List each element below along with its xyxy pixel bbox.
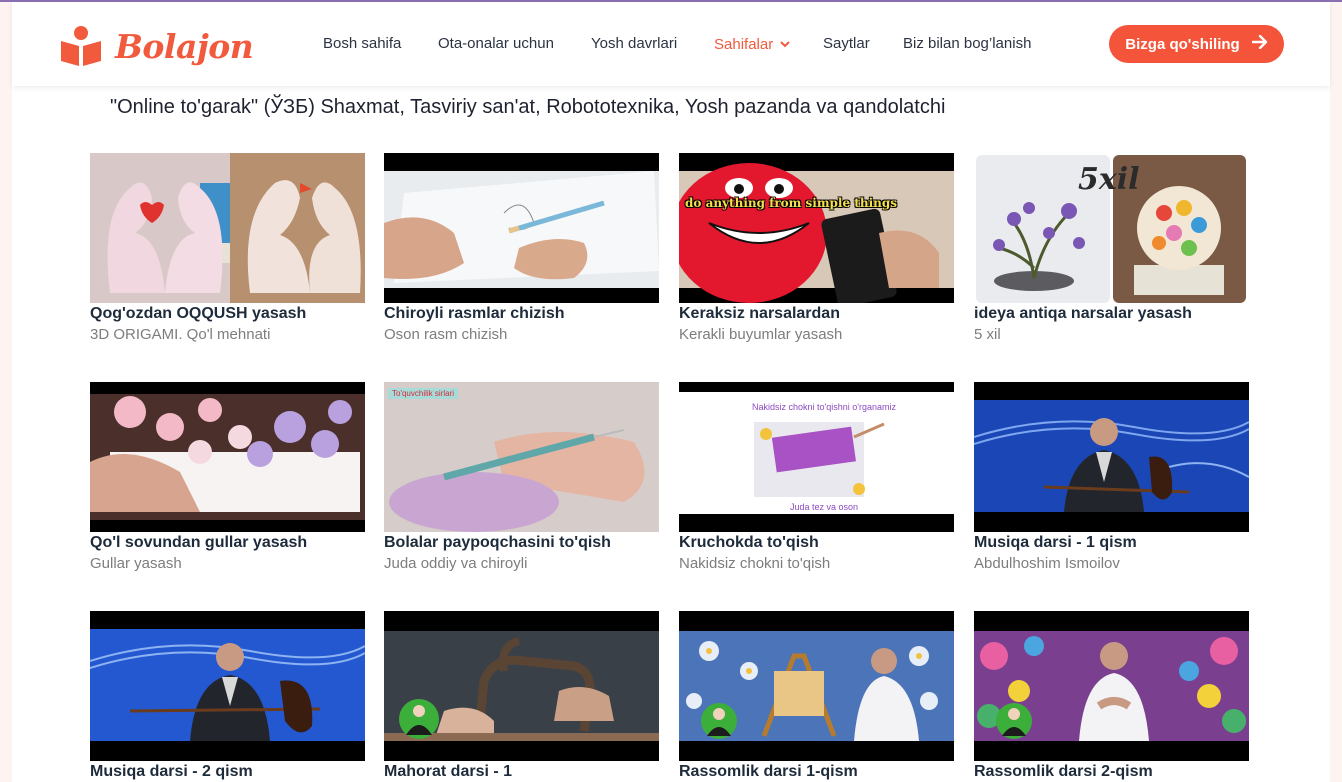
video-card-craft-1[interactable]: Mahorat darsi - 1 <box>384 611 659 782</box>
thumbnail-caption: 5xil <box>1078 162 1140 197</box>
video-thumbnail[interactable] <box>90 382 365 532</box>
video-title[interactable]: Qog'ozdan OQQUSH yasash <box>90 303 365 324</box>
nav-item-pages[interactable]: Sahifalar <box>714 34 791 55</box>
thumbnail-caption: To'quvchilik sirlari <box>388 388 458 399</box>
video-subtitle: Abdulhoshim Ismoilov <box>974 555 1120 572</box>
video-title[interactable]: ideya antiqa narsalar yasash <box>974 303 1249 324</box>
thumbnail-caption: Nakidsiz chokni to'qishni o'rganamiz <box>751 402 896 412</box>
video-card-swan-origami[interactable]: Qog'ozdan OQQUSH yasash 3D ORIGAMI. Qo'l… <box>90 153 365 345</box>
video-thumbnail[interactable] <box>384 153 659 303</box>
video-thumbnail[interactable]: To'quvchilik sirlari <box>384 382 659 532</box>
logo[interactable]: Bolajon <box>59 22 254 70</box>
video-title[interactable]: Rassomlik darsi 1-qism <box>679 761 954 782</box>
video-card-socks[interactable]: To'quvchilik sirlari Bolalar paypoqchasi… <box>384 382 659 574</box>
nav-item-sites[interactable]: Saytlar <box>823 34 870 54</box>
join-us-label: Bizga qo'shiling <box>1125 35 1240 53</box>
video-thumbnail[interactable]: Nakidsiz chokni to'qishni o'rganamiz Jud… <box>679 382 954 532</box>
video-card-soap-flowers[interactable]: Qo'l sovundan gullar yasash Gullar yasas… <box>90 382 365 574</box>
video-subtitle: 3D ORIGAMI. Qo'l mehnati <box>90 326 271 343</box>
video-card-music-1[interactable]: Musiqa darsi - 1 qism Abdulhoshim Ismoil… <box>974 382 1249 574</box>
video-thumbnail[interactable] <box>90 153 365 303</box>
video-title[interactable]: Rassomlik darsi 2-qism <box>974 761 1249 782</box>
video-title[interactable]: Qo'l sovundan gullar yasash <box>90 532 365 553</box>
video-subtitle: Nakidsiz chokni to'qish <box>679 555 831 572</box>
video-subtitle: Juda oddiy va chiroyli <box>384 555 528 572</box>
video-card-ideas[interactable]: 5xil ideya antiqa narsalar yasash 5 xil <box>974 153 1249 345</box>
page-container: Bolajon Bosh sahifa Ota-onalar uchun Yos… <box>12 2 1330 782</box>
video-title[interactable]: Bolalar paypoqchasini to'qish <box>384 532 659 553</box>
join-us-button[interactable]: Bizga qo'shiling <box>1109 25 1284 63</box>
nav-item-pages-label: Sahifalar <box>714 36 774 53</box>
video-thumbnail[interactable]: do anything from simple things <box>679 153 954 303</box>
thumbnail-caption-bottom: Juda tez va oson <box>789 502 859 512</box>
video-card-music-2[interactable]: Musiqa darsi - 2 qism <box>90 611 365 782</box>
video-thumbnail[interactable] <box>384 611 659 761</box>
thumbnail-caption: do anything from simple things <box>685 196 897 210</box>
logo-text: Bolajon <box>115 26 254 66</box>
video-card-painting-1[interactable]: Rassomlik darsi 1-qism <box>679 611 954 782</box>
video-thumbnail[interactable]: 5xil <box>974 153 1249 303</box>
nav-item-contact[interactable]: Biz bilan bog’lanish <box>903 34 1031 54</box>
video-title[interactable]: Kruchokda to'qish <box>679 532 954 553</box>
video-thumbnail[interactable] <box>974 382 1249 532</box>
nav-item-age-periods[interactable]: Yosh davrlari <box>591 34 677 54</box>
arrow-right-icon <box>1251 34 1268 53</box>
video-card-painting-2[interactable]: Rassomlik darsi 2-qism <box>974 611 1249 782</box>
video-subtitle: Oson rasm chizish <box>384 326 508 343</box>
video-subtitle: Gullar yasash <box>90 555 182 572</box>
video-subtitle: Kerakli buyumlar yasash <box>679 326 843 343</box>
nav-item-home[interactable]: Bosh sahifa <box>323 34 401 54</box>
video-title[interactable]: Mahorat darsi - 1 <box>384 761 659 782</box>
video-card-drawing[interactable]: Chiroyli rasmlar chizish Oson rasm chizi… <box>384 153 659 345</box>
video-thumbnail[interactable] <box>679 611 954 761</box>
video-title[interactable]: Musiqa darsi - 2 qism <box>90 761 365 782</box>
video-title[interactable]: Keraksiz narsalardan <box>679 303 954 324</box>
page-title: "Online to'garak" (ЎЗБ) Shaxmat, Tasviri… <box>110 96 946 118</box>
nav-item-parents[interactable]: Ota-onalar uchun <box>438 34 554 54</box>
chevron-down-icon <box>780 34 791 54</box>
video-thumbnail[interactable] <box>90 611 365 761</box>
video-subtitle: 5 xil <box>974 326 1001 343</box>
book-reader-logo-icon <box>61 26 101 66</box>
video-card-balloon[interactable]: do anything from simple things Keraksiz … <box>679 153 954 345</box>
video-card-crochet[interactable]: Nakidsiz chokni to'qishni o'rganamiz Jud… <box>679 382 954 574</box>
video-thumbnail[interactable] <box>974 611 1249 761</box>
video-title[interactable]: Musiqa darsi - 1 qism <box>974 532 1249 553</box>
video-title[interactable]: Chiroyli rasmlar chizish <box>384 303 659 324</box>
navbar: Bolajon Bosh sahifa Ota-onalar uchun Yos… <box>12 2 1330 86</box>
